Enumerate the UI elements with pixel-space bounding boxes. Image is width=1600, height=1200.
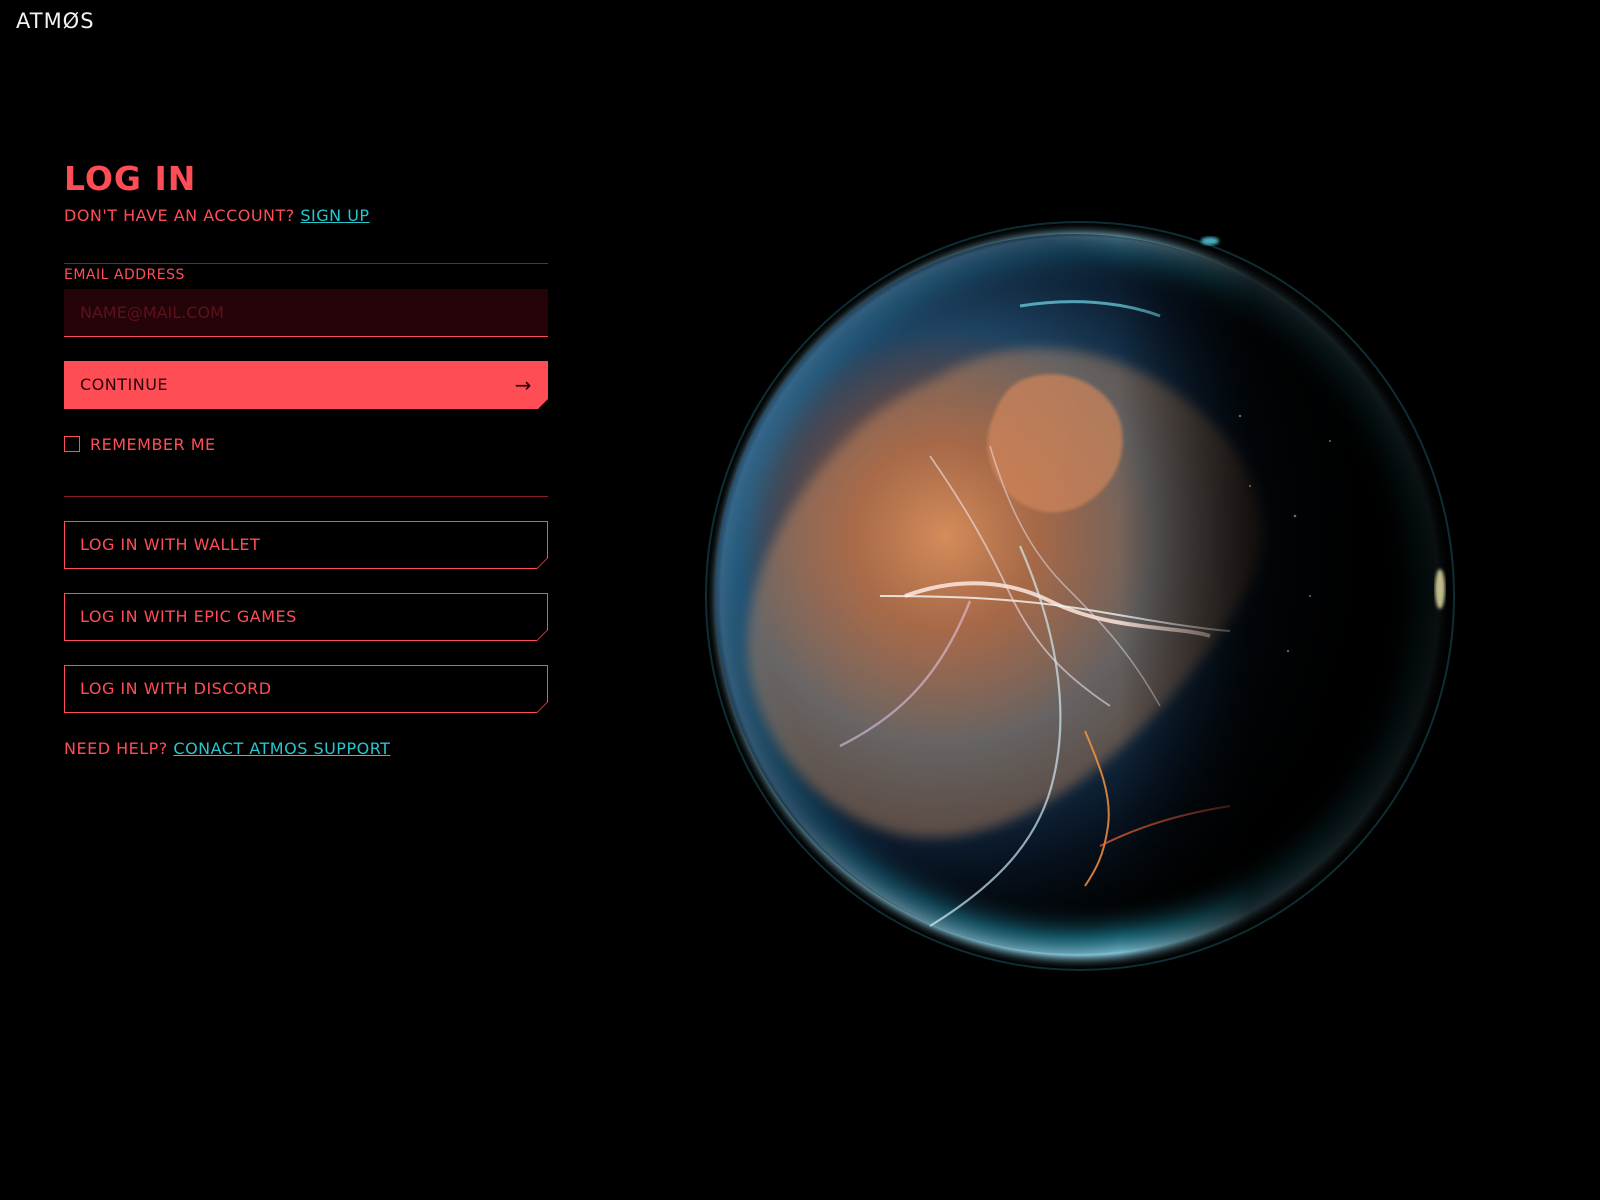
signup-prompt: DON'T HAVE AN ACCOUNT? SIGN UP (64, 206, 548, 225)
arrow-right-icon: → (514, 372, 532, 397)
email-field[interactable] (64, 288, 548, 337)
top-divider (64, 262, 548, 264)
discord-login-button[interactable]: LOG IN WITH DISCORD (64, 665, 548, 713)
middle-divider (64, 495, 548, 497)
epic-games-login-label: LOG IN WITH EPIC GAMES (80, 607, 297, 627)
login-page: ATMØS LOG IN DON'T HAVE AN ACCOUNT? SIGN… (0, 0, 1600, 1200)
continue-button[interactable]: CONTINUE → (64, 361, 548, 409)
sign-up-link[interactable]: SIGN UP (300, 206, 369, 225)
remember-me-checkbox[interactable] (64, 436, 80, 453)
remember-me-label: REMEMBER ME (90, 434, 216, 454)
holographic-earth-image (690, 206, 1470, 986)
help-text: NEED HELP? (64, 738, 168, 758)
no-account-text: DON'T HAVE AN ACCOUNT? (64, 205, 295, 225)
discord-login-label: LOG IN WITH DISCORD (80, 679, 272, 699)
support-link[interactable]: CONACT ATMOS SUPPORT (173, 739, 390, 758)
continue-label: CONTINUE (80, 375, 169, 395)
atmos-logo: ATMØS (16, 9, 95, 33)
epic-games-login-button[interactable]: LOG IN WITH EPIC GAMES (64, 593, 548, 641)
earth-illustration (690, 206, 1470, 986)
wallet-login-button[interactable]: LOG IN WITH WALLET (64, 521, 548, 569)
login-form: LOG IN DON'T HAVE AN ACCOUNT? SIGN UP EM… (64, 160, 548, 758)
remember-me-row[interactable]: REMEMBER ME (64, 435, 548, 454)
email-label: EMAIL ADDRESS (64, 266, 185, 283)
help-prompt: NEED HELP? CONACT ATMOS SUPPORT (64, 739, 548, 758)
wallet-login-label: LOG IN WITH WALLET (80, 535, 261, 555)
page-title: LOG IN (64, 159, 197, 198)
